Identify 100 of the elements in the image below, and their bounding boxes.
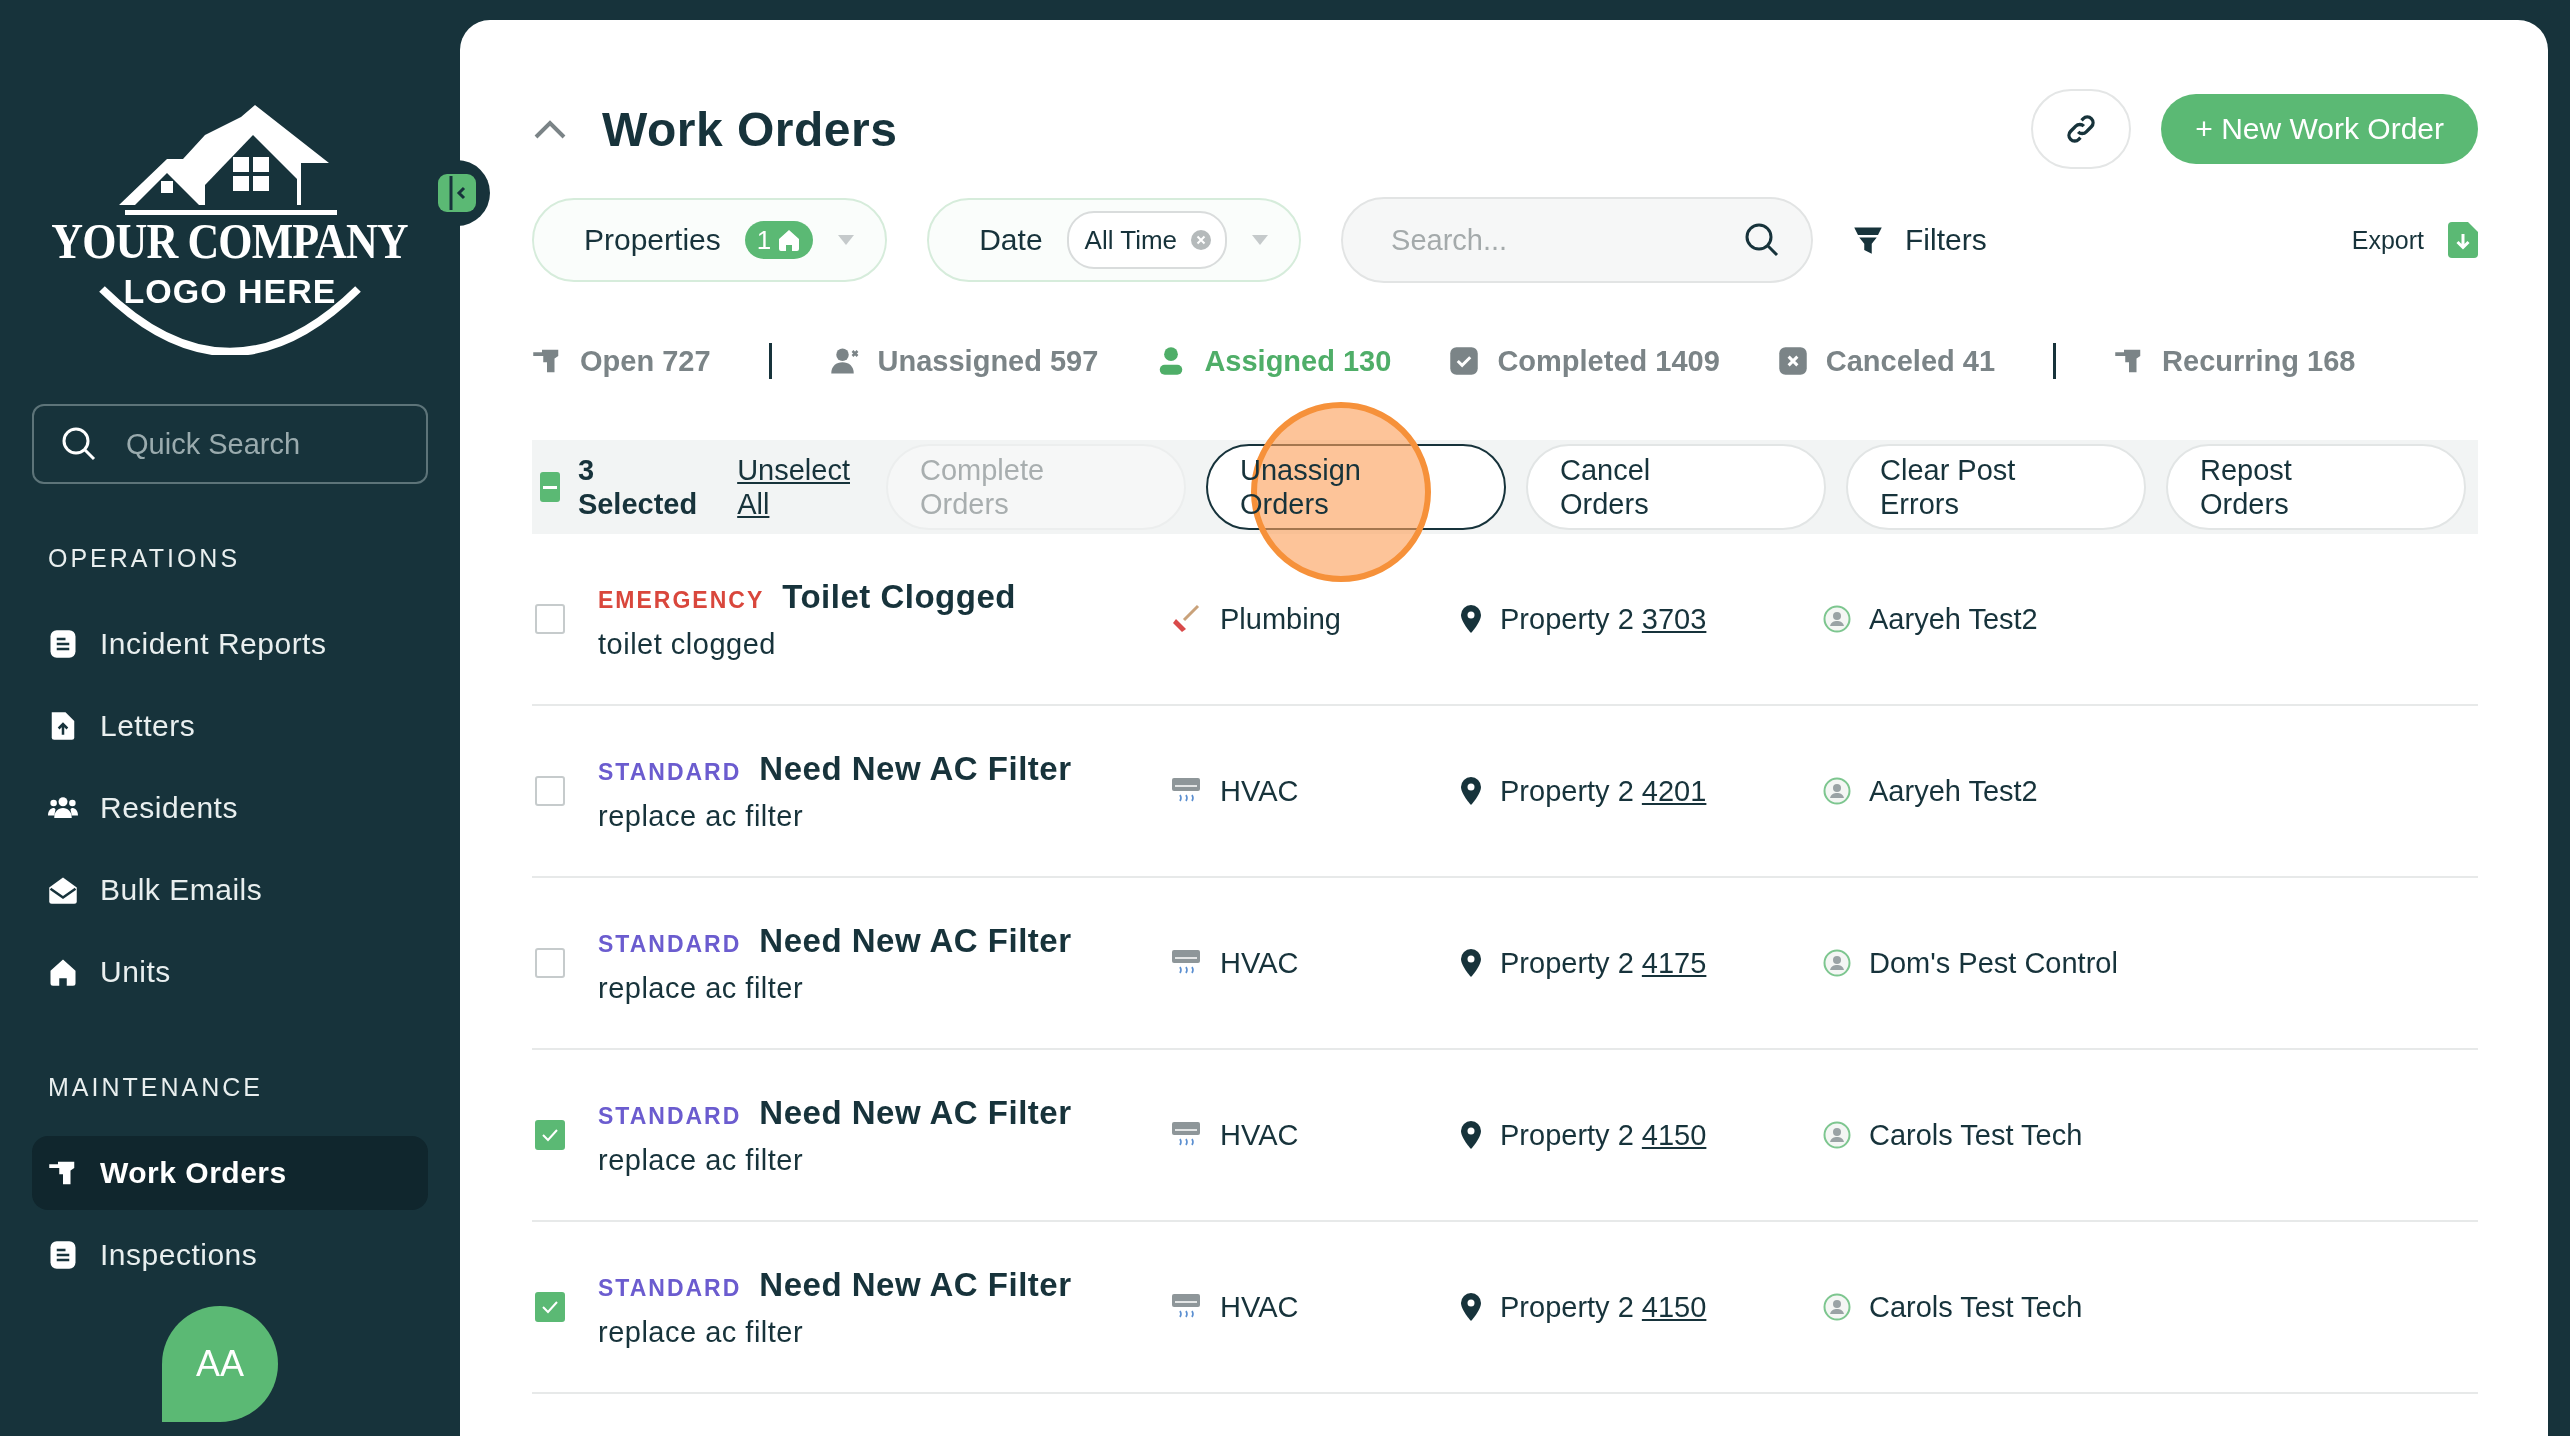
filters-button[interactable]: Filters <box>1853 223 1987 257</box>
property-text: Property 2 3703 <box>1500 602 1707 636</box>
export-button[interactable]: Export <box>2351 222 2478 258</box>
count-badge: 1 <box>744 221 814 259</box>
clear-icon[interactable] <box>1191 230 1212 250</box>
category-text: HVAC <box>1220 774 1299 808</box>
nav-item[interactable]: Work Orders <box>32 1136 428 1210</box>
location-pin-icon <box>1460 777 1482 805</box>
x-square-icon <box>1777 346 1808 376</box>
unit-link[interactable]: 4150 <box>1641 1118 1707 1151</box>
priority-label: EMERGENCY <box>598 586 765 614</box>
nav-item[interactable]: Residents <box>32 771 428 845</box>
assignee-text: Carols Test Tech <box>1869 1118 2083 1152</box>
nav-item[interactable]: Bulk Emails <box>32 853 428 927</box>
funnel-icon <box>1853 225 1884 255</box>
unselect-all-link[interactable]: Unselect All <box>737 453 850 521</box>
avatar-icon <box>1823 1293 1851 1321</box>
category-text: HVAC <box>1220 1290 1299 1324</box>
work-order-title[interactable]: Need New AC Filter <box>759 749 1072 788</box>
unit-link[interactable]: 3703 <box>1641 602 1707 635</box>
work-order-title[interactable]: Toilet Clogged <box>782 577 1016 616</box>
property-text: Property 2 4150 <box>1500 1118 1707 1152</box>
work-order-title[interactable]: Need New AC Filter <box>759 1093 1072 1132</box>
work-order-description: replace ac filter <box>598 1315 805 1349</box>
avatar-icon <box>1823 777 1851 805</box>
work-order-title[interactable]: Need New AC Filter <box>759 921 1072 960</box>
properties-filter[interactable]: Properties 1 <box>532 198 888 282</box>
work-order-description: replace ac filter <box>598 971 805 1005</box>
work-order-description: replace ac filter <box>598 1143 805 1177</box>
avatar-icon <box>1823 1121 1851 1149</box>
status-tab[interactable]: Unassigned 597 <box>829 344 1099 378</box>
logo-text: YOUR COMPANY <box>51 216 409 266</box>
assignee-text: Aaryeh Test2 <box>1869 602 2038 636</box>
select-all-checkbox[interactable] <box>540 472 560 502</box>
work-order-description: replace ac filter <box>598 799 805 833</box>
unit-link[interactable]: 4150 <box>1641 1290 1707 1323</box>
property-text: Property 2 4150 <box>1500 1290 1707 1324</box>
priority-label: STANDARD <box>598 1102 742 1130</box>
checkmark-icon <box>540 1299 560 1315</box>
category-text: HVAC <box>1220 946 1299 980</box>
property-text: Property 2 4175 <box>1500 946 1707 980</box>
bulk-action-button[interactable]: Unassign Orders <box>1206 444 1506 530</box>
nav-icon <box>48 1240 78 1270</box>
row-checkbox[interactable] <box>535 1120 565 1150</box>
caret-icon <box>837 234 856 246</box>
logo-text: LOGO HERE <box>123 272 337 311</box>
unit-link[interactable]: 4201 <box>1641 774 1707 807</box>
page-title: Work Orders <box>602 101 899 157</box>
search-field[interactable]: Search... <box>1341 197 1814 283</box>
search-icon <box>62 427 96 461</box>
avatar-icon <box>1823 605 1851 633</box>
category-text: Plumbing <box>1220 602 1341 636</box>
avatar-icon <box>1823 949 1851 977</box>
row-checkbox[interactable] <box>535 604 565 634</box>
date-filter[interactable]: Date All Time <box>927 198 1302 282</box>
work-order-description: toilet clogged <box>598 627 777 661</box>
nav-item[interactable]: Units <box>32 935 428 1009</box>
plunger-icon <box>1170 603 1202 635</box>
nav-icon <box>48 957 78 987</box>
bulk-action-button[interactable]: Cancel Orders <box>1526 444 1826 530</box>
selection-count: 3 Selected <box>577 453 698 521</box>
nav-icon <box>48 629 78 659</box>
bulk-action-button[interactable]: Repost Orders <box>2166 444 2466 530</box>
status-tab[interactable]: Canceled 41 <box>1777 344 1996 378</box>
assignee-text: Aaryeh Test2 <box>1869 774 2038 808</box>
location-pin-icon <box>1460 605 1482 633</box>
location-pin-icon <box>1460 1121 1482 1149</box>
unit-link[interactable]: 4175 <box>1641 946 1707 979</box>
row-checkbox[interactable] <box>535 776 565 806</box>
location-pin-icon <box>1460 949 1482 977</box>
search-icon <box>1745 223 1780 257</box>
status-tab[interactable]: Recurring 168 <box>2114 344 2356 378</box>
nav-item[interactable]: Incident Reports <box>32 607 428 681</box>
row-checkbox[interactable] <box>535 948 565 978</box>
bulk-action-button[interactable]: Clear Post Errors <box>1846 444 2146 530</box>
date-chip: All Time <box>1066 211 1228 269</box>
nav-item[interactable]: Inspections <box>32 1218 428 1292</box>
collapse-sidebar-icon[interactable] <box>438 174 476 212</box>
nav-item[interactable]: Letters <box>32 689 428 763</box>
property-text: Property 2 4201 <box>1500 774 1707 808</box>
category-text: HVAC <box>1220 1118 1299 1152</box>
assignee-text: Dom's Pest Control <box>1869 946 2118 980</box>
assignee-text: Carols Test Tech <box>1869 1290 2083 1324</box>
section-heading: MAINTENANCE <box>48 1073 264 1102</box>
checkbox-icon <box>1449 346 1480 376</box>
status-tab[interactable]: Completed 1409 <box>1449 344 1720 378</box>
section-heading: OPERATIONS <box>48 544 242 573</box>
priority-label: STANDARD <box>598 758 742 786</box>
location-pin-icon <box>1460 1293 1482 1321</box>
nav-icon <box>48 875 78 905</box>
priority-label: STANDARD <box>598 1274 742 1302</box>
work-order-title[interactable]: Need New AC Filter <box>759 1265 1072 1304</box>
house-icon <box>777 228 802 252</box>
checkmark-icon <box>540 1127 560 1143</box>
status-tab[interactable]: Open 727 <box>532 344 711 378</box>
export-icon <box>2448 222 2478 258</box>
row-checkbox[interactable] <box>535 1292 565 1322</box>
quick-search-field[interactable]: Quick Search <box>32 404 428 484</box>
caret-icon <box>1251 234 1270 246</box>
minus-icon <box>542 485 557 489</box>
